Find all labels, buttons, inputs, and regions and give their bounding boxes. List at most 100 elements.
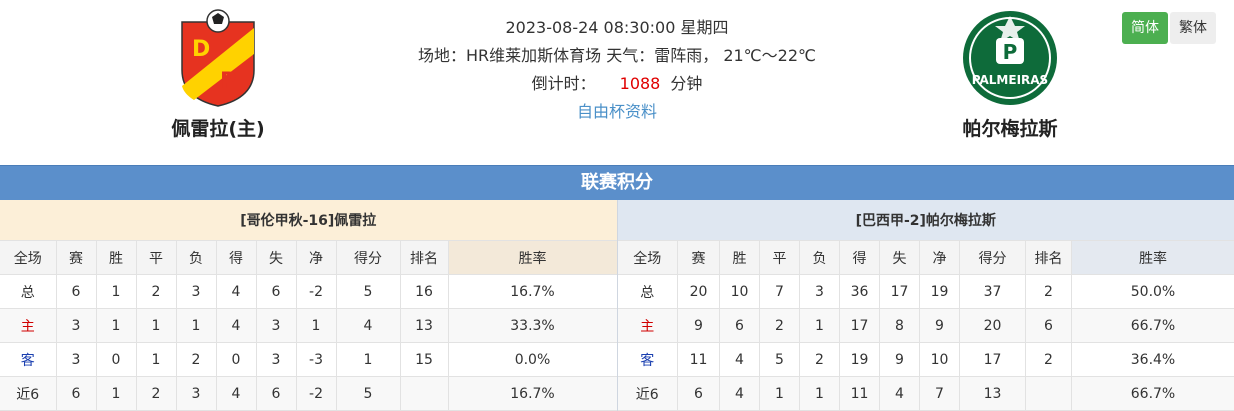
cell: 2 bbox=[799, 342, 840, 377]
match-info: 2023-08-24 08:30:00 星期四 场地：HR维莱加斯体育场 天气：… bbox=[300, 14, 934, 126]
cup-info-link[interactable]: 自由杯资料 bbox=[577, 102, 657, 121]
cell: 7 bbox=[759, 274, 800, 309]
simplified-chinese-button[interactable]: 简体 bbox=[1122, 12, 1168, 44]
col-header: 胜 bbox=[719, 240, 760, 275]
cell: 3 bbox=[176, 376, 217, 411]
cell: 4 bbox=[216, 308, 257, 343]
home-team-name[interactable]: 佩雷拉(主) bbox=[128, 114, 308, 141]
cell: 16 bbox=[400, 274, 449, 309]
away-standings-table: [巴西甲-2]帕尔梅拉斯 全场赛胜平负得失净得分 排名 胜率 总 20 10 7 3 36 17… bbox=[617, 200, 1234, 411]
cell bbox=[1025, 376, 1072, 411]
col-header: 平 bbox=[759, 240, 800, 275]
row-label: 客 bbox=[617, 342, 678, 377]
cell: 2 bbox=[136, 274, 177, 309]
col-header: 全场 bbox=[617, 240, 678, 275]
cell: 66.7% bbox=[1071, 308, 1234, 343]
cell: 0 bbox=[216, 342, 257, 377]
cell: 0.0% bbox=[448, 342, 617, 377]
cell: 1 bbox=[176, 308, 217, 343]
table-header-row: 全场赛胜平负得失净得分 排名 胜率 bbox=[0, 240, 617, 275]
cell: 3 bbox=[799, 274, 840, 309]
cell: 5 bbox=[759, 342, 800, 377]
cell: 17 bbox=[839, 308, 880, 343]
cell: 9 bbox=[879, 342, 920, 377]
away-logo-text: PALMEIRAS bbox=[972, 73, 1048, 87]
cell: 2 bbox=[1025, 274, 1072, 309]
cell: 6 bbox=[719, 308, 760, 343]
col-header: 胜率 bbox=[448, 240, 617, 275]
cell: 9 bbox=[677, 308, 720, 343]
cell: 36.4% bbox=[1071, 342, 1234, 377]
away-team-logo: P PALMEIRAS bbox=[963, 11, 1057, 105]
col-header: 得 bbox=[839, 240, 880, 275]
cell: 1 bbox=[296, 308, 337, 343]
table-header-row: 全场赛胜平负得失净得分 排名 胜率 bbox=[617, 240, 1234, 275]
standings-tables: [哥伦甲秋-16]佩雷拉 全场赛胜平负得失净得分 排名 胜率 总 6 1 2 3 4 6 -2 5 1… bbox=[0, 200, 1234, 411]
cell: 13 bbox=[959, 376, 1026, 411]
table-row: 主 3 1 1 1 4 3 1 4 13 33.3% bbox=[0, 308, 617, 343]
cell: 2 bbox=[136, 376, 177, 411]
cell: 37 bbox=[959, 274, 1026, 309]
home-table-title: [哥伦甲秋-16]佩雷拉 bbox=[0, 200, 617, 241]
cell: 4 bbox=[336, 308, 401, 343]
cell: 10 bbox=[919, 342, 960, 377]
cell: 1 bbox=[799, 308, 840, 343]
cell: 1 bbox=[799, 376, 840, 411]
cell: 4 bbox=[216, 376, 257, 411]
away-team: P PALMEIRAS 帕尔梅拉斯 bbox=[920, 8, 1100, 141]
countdown-unit: 分钟 bbox=[670, 74, 703, 93]
col-header: 得 bbox=[216, 240, 257, 275]
cell: 6 bbox=[677, 376, 720, 411]
cell: 9 bbox=[919, 308, 960, 343]
table-row: 客 3 0 1 2 0 3 -3 1 15 0.0% bbox=[0, 342, 617, 377]
countdown-label: 倒计时： bbox=[531, 74, 596, 93]
cell: 33.3% bbox=[448, 308, 617, 343]
cell: 2 bbox=[759, 308, 800, 343]
cell: 20 bbox=[677, 274, 720, 309]
col-header: 平 bbox=[136, 240, 177, 275]
row-label: 近6 bbox=[0, 376, 57, 411]
cell: 3 bbox=[256, 342, 297, 377]
language-switch: 简体 繁体 bbox=[1122, 12, 1216, 44]
away-team-name[interactable]: 帕尔梅拉斯 bbox=[920, 114, 1100, 141]
cell: 3 bbox=[256, 308, 297, 343]
home-standings: [哥伦甲秋-16]佩雷拉 全场赛胜平负得失净得分 排名 胜率 总 6 1 2 3 4 6 -2 5 1… bbox=[0, 200, 618, 411]
cell: 2 bbox=[1025, 342, 1072, 377]
col-header: 胜 bbox=[96, 240, 137, 275]
col-header: 赛 bbox=[677, 240, 720, 275]
cell: 1 bbox=[96, 308, 137, 343]
col-header: 负 bbox=[176, 240, 217, 275]
table-row: 近6 6 4 1 1 11 4 7 13 66.7% bbox=[617, 376, 1234, 411]
row-label: 主 bbox=[0, 308, 57, 343]
away-table-title: [巴西甲-2]帕尔梅拉斯 bbox=[617, 200, 1234, 241]
venue-weather: 场地：HR维莱加斯体育场 天气：雷阵雨， 21℃～22℃ bbox=[418, 46, 816, 65]
cell: 1 bbox=[759, 376, 800, 411]
table-row: 近6 6 1 2 3 4 6 -2 5 16.7% bbox=[0, 376, 617, 411]
cell: 1 bbox=[136, 308, 177, 343]
table-row: 客 11 4 5 2 19 9 10 17 2 36.4% bbox=[617, 342, 1234, 377]
cell: 1 bbox=[336, 342, 401, 377]
cell: 16.7% bbox=[448, 274, 617, 309]
cell: 66.7% bbox=[1071, 376, 1234, 411]
col-header: 赛 bbox=[56, 240, 97, 275]
col-header: 全场 bbox=[0, 240, 57, 275]
cell: 5 bbox=[336, 376, 401, 411]
cell: 6 bbox=[256, 274, 297, 309]
cell: 13 bbox=[400, 308, 449, 343]
cell: 1 bbox=[136, 342, 177, 377]
home-team: D P 佩雷拉(主) bbox=[128, 8, 308, 141]
cell: 1 bbox=[96, 376, 137, 411]
cell: 20 bbox=[959, 308, 1026, 343]
row-label: 总 bbox=[617, 274, 678, 309]
home-standings-table: [哥伦甲秋-16]佩雷拉 全场赛胜平负得失净得分 排名 胜率 总 6 1 2 3 4 6 -2 5 1… bbox=[0, 200, 617, 411]
col-header: 排名 bbox=[1025, 240, 1072, 275]
cell: 6 bbox=[56, 376, 97, 411]
countdown: 倒计时： 1088 分钟 bbox=[300, 70, 934, 98]
col-header: 负 bbox=[799, 240, 840, 275]
col-header: 排名 bbox=[400, 240, 449, 275]
cell: 3 bbox=[56, 308, 97, 343]
traditional-chinese-button[interactable]: 繁体 bbox=[1170, 12, 1216, 44]
home-logo-letter-p: P bbox=[220, 69, 236, 94]
section-title: 联赛积分 bbox=[0, 165, 1234, 200]
col-header: 净 bbox=[296, 240, 337, 275]
